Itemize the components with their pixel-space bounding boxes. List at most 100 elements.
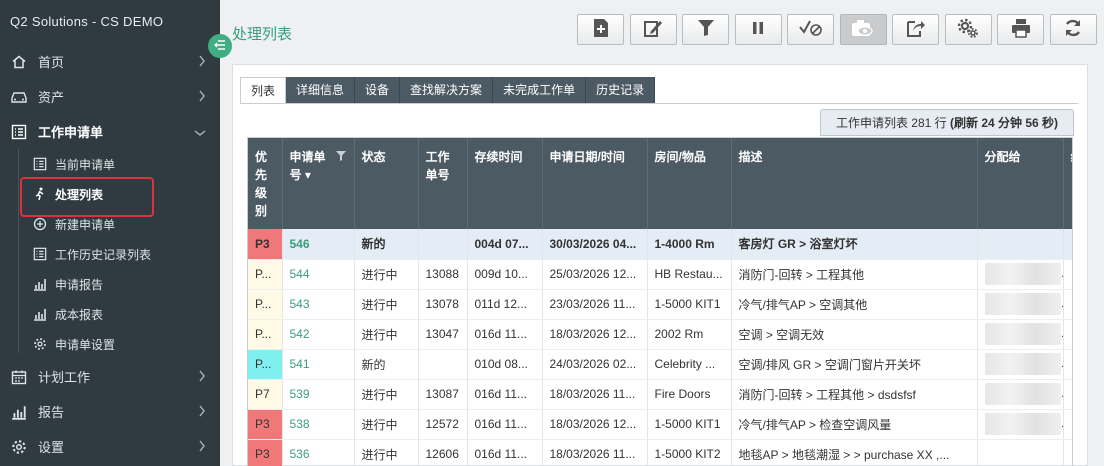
redacted-block — [984, 353, 1061, 375]
sub-label: 处理列表 — [55, 187, 104, 202]
sub-item-cost-report[interactable]: 成本报表 — [0, 299, 220, 329]
date-cell: 30/03/2026 04... — [542, 229, 648, 260]
date-cell: 24/03/2026 02... — [542, 349, 648, 380]
nav-item-work-requests[interactable]: 工作申请单 — [0, 114, 220, 149]
column-header-description[interactable]: 描述 — [731, 138, 978, 229]
duration-cell: 016d 11... — [467, 379, 543, 410]
table-row[interactable]: P3 538 进行中 12572 016d 11... 18/03/2026 1… — [248, 409, 1072, 440]
request-id-link[interactable]: 539 — [282, 379, 355, 410]
redacted-block — [984, 263, 1061, 285]
header-text: 单号 — [425, 168, 450, 182]
sub-item-process-list[interactable]: 处理列表 — [0, 177, 220, 217]
request-id-link[interactable]: 543 — [282, 289, 355, 320]
request-id-link[interactable]: 538 — [282, 409, 355, 440]
sub-item-history-list[interactable]: 工作历史记录列表 — [0, 239, 220, 269]
assigned-cell — [977, 229, 1064, 260]
tab-details[interactable]: 详细信息 — [286, 77, 356, 104]
sub-item-current-requests[interactable]: 当前申请单 — [0, 149, 220, 179]
chevron-right-icon — [198, 405, 206, 420]
request-id-link[interactable]: 536 — [282, 439, 355, 466]
request-id-link[interactable]: 542 — [282, 319, 355, 350]
duration-cell: 004d 07... — [467, 229, 543, 260]
redacted-block — [984, 293, 1061, 315]
table-row[interactable]: P... 544 进行中 13088 009d 10... 25/03/2026… — [248, 259, 1072, 290]
row-count-badge: 工作申请列表 281 行 (刷新 24 分钟 56 秒) — [820, 109, 1074, 136]
description-cell: 地毯AP > 地毯潮湿 > > purchase XX ,... — [731, 439, 978, 466]
approve-reject-button[interactable] — [787, 14, 834, 45]
refresh-timer: (刷新 24 分钟 56 秒) — [950, 116, 1059, 130]
table-row[interactable]: P... 542 进行中 13047 016d 11... 18/03/2026… — [248, 319, 1072, 350]
column-header-request-no[interactable]: 申请单 号 ▾ — [282, 138, 355, 229]
refresh-button[interactable] — [1049, 14, 1097, 45]
nav-label-assets: 资产 — [38, 90, 65, 105]
column-header-duration[interactable]: 存续时间 — [467, 138, 543, 229]
nav-item-reports[interactable]: 报告 — [0, 394, 220, 429]
view-camera-button[interactable] — [839, 14, 887, 45]
tab-find-solution[interactable]: 查找解决方案 — [400, 77, 494, 104]
new-document-button[interactable] — [577, 14, 624, 45]
pause-button[interactable] — [734, 14, 782, 45]
refresh-icon — [1063, 18, 1083, 41]
nav-item-assets[interactable]: 资产 — [0, 79, 220, 114]
status-cell: 进行中 — [354, 259, 419, 290]
nav-item-settings[interactable]: 设置 — [0, 429, 220, 464]
filter-icon[interactable] — [335, 148, 346, 166]
tab-open-work-orders[interactable]: 未完成工作单 — [493, 77, 587, 104]
assigned-cell-redacted — [977, 349, 1064, 380]
plus-circle-icon — [32, 216, 48, 232]
work-order-cell — [418, 229, 468, 260]
sub-item-request-report[interactable]: 申请报告 — [0, 269, 220, 299]
chevron-right-icon — [198, 440, 206, 455]
redacted-block — [984, 323, 1061, 345]
chevron-down-icon — [194, 125, 206, 140]
column-header-request-date[interactable]: 申请日期/时间 — [542, 138, 648, 229]
page-title: 处理列表 — [232, 26, 293, 43]
table-row[interactable]: P7 539 进行中 13087 016d 11... 18/03/2026 1… — [248, 379, 1072, 410]
export-button[interactable] — [892, 14, 939, 45]
table-row[interactable]: P... 541 新的 010d 08... 24/03/2026 02... … — [248, 349, 1072, 380]
table-row[interactable]: P3 536 进行中 12606 016d 11... 18/03/2026 1… — [248, 439, 1072, 466]
column-header-room[interactable]: 房间/物品 — [647, 138, 732, 229]
column-header-work-order[interactable]: 工作 单号 — [418, 138, 468, 229]
assigned-cell-redacted — [977, 319, 1064, 350]
request-id-link[interactable]: 544 — [282, 259, 355, 290]
priority-cell: P... — [248, 349, 283, 380]
tab-history[interactable]: 历史记录 — [586, 77, 656, 104]
extra-cell — [1063, 349, 1072, 380]
sidebar: Q2 Solutions - CS DEMO 首页 资产 工作申请单 当前申请单… — [0, 0, 220, 466]
nav-item-planned-work[interactable]: 计划工作 — [0, 359, 220, 394]
gears-icon — [957, 18, 979, 41]
column-header-assigned[interactable]: 分配给 — [977, 138, 1064, 229]
table-row[interactable]: P... 543 进行中 13078 011d 12... 23/03/2026… — [248, 289, 1072, 320]
pause-icon — [750, 20, 766, 39]
sub-item-request-settings[interactable]: 申请单设置 — [0, 329, 220, 359]
printer-icon — [1011, 18, 1031, 41]
header-text: 级 — [255, 186, 268, 200]
bar-chart-icon — [32, 306, 48, 322]
priority-cell: P7 — [248, 379, 283, 410]
filter-button[interactable] — [682, 14, 729, 45]
room-cell: 1-5000 KIT2 — [647, 439, 732, 466]
column-header-priority[interactable]: 优 先 级 别 — [248, 138, 283, 229]
duration-cell: 016d 11... — [467, 319, 543, 350]
print-button[interactable] — [997, 14, 1044, 45]
column-header-status[interactable]: 状态 — [354, 138, 419, 229]
gear-icon — [10, 438, 28, 456]
duration-cell: 010d 08... — [467, 349, 543, 380]
request-id-link[interactable]: 541 — [282, 349, 355, 380]
sidebar-collapse-button[interactable] — [208, 34, 232, 58]
edit-button[interactable] — [629, 14, 677, 45]
nav-item-home[interactable]: 首页 — [0, 44, 220, 79]
tab-list[interactable]: 列表 — [240, 77, 287, 104]
tab-equipment[interactable]: 设备 — [355, 77, 401, 104]
sub-item-new-request[interactable]: 新建申请单 — [0, 209, 220, 239]
work-order-cell: 12606 — [418, 439, 468, 466]
description-cell: 消防门-回转 > 工程其他 > dsdsfsf — [731, 379, 978, 410]
request-id-link[interactable]: 546 — [282, 229, 355, 260]
settings-button[interactable] — [944, 14, 992, 45]
column-header-extra[interactable]: 维 — [1063, 138, 1072, 229]
extra-cell — [1063, 229, 1072, 260]
status-cell: 进行中 — [354, 439, 419, 466]
extra-cell — [1063, 289, 1072, 320]
table-row[interactable]: P3 546 新的 004d 07... 30/03/2026 04... 1-… — [248, 229, 1072, 260]
